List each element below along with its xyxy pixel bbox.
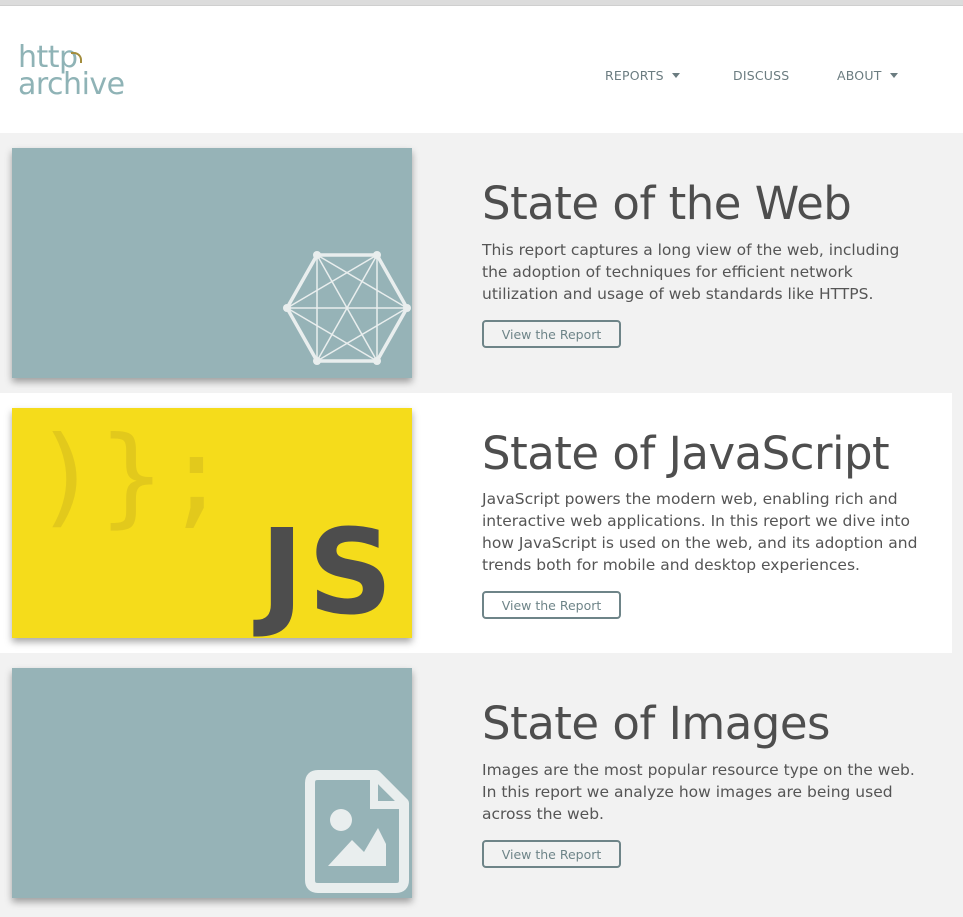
site-header: http archive REPORTS DISCUSS ABOUT [0,6,963,133]
nav-reports-label: REPORTS [605,68,664,83]
caret-down-icon [889,73,898,78]
nav-discuss-label: DISCUSS [733,68,790,83]
logo-line-2: archive [18,67,125,102]
report-card-state-of-web: State of the Web This report captures a … [0,133,952,393]
report-card-state-of-javascript: )}; JS State of JavaScript JavaScript po… [0,393,952,653]
nav-about-label: ABOUT [837,68,882,83]
report-title: State of the Web [482,177,852,230]
state-of-images-thumbnail[interactable] [12,668,412,898]
http-archive-logo[interactable]: http archive [18,43,128,103]
report-description: Images are the most popular resource typ… [482,761,915,823]
report-card-state-of-images: State of Images Images are the most popu… [0,653,952,913]
caret-down-icon [671,73,680,78]
image-file-icon [305,770,409,893]
js-logo-icon: )}; JS [34,414,397,638]
logo-accent-icon [71,52,82,63]
view-report-button[interactable]: View the Report [482,320,621,348]
report-title: State of Images [482,697,830,750]
nav-about-dropdown[interactable]: ABOUT [837,68,898,83]
report-description: JavaScript powers the modern web, enabli… [482,490,918,574]
report-title: State of JavaScript [482,427,890,480]
state-of-web-thumbnail[interactable] [12,148,412,378]
report-description: This report captures a long view of the … [482,241,900,303]
network-hexagon-icon [283,251,411,365]
js-bg-glyphs: )}; [34,414,229,539]
state-of-javascript-thumbnail[interactable]: )}; JS [12,408,412,638]
nav-reports-dropdown[interactable]: REPORTS [605,68,680,83]
view-report-button[interactable]: View the Report [482,591,621,619]
view-report-button[interactable]: View the Report [482,840,621,868]
nav-discuss-link[interactable]: DISCUSS [733,68,789,83]
js-text: JS [253,503,397,638]
